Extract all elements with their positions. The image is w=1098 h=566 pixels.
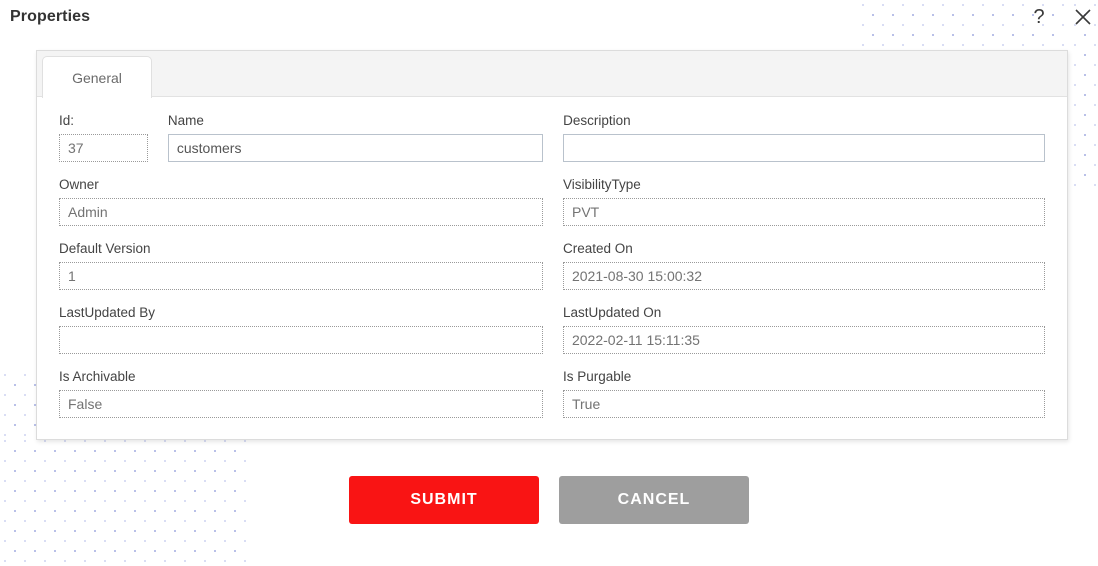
field-value-lastupdated-on[interactable]: 2022-02-11 15:11:35	[562, 326, 1045, 354]
field-label-description: Description	[563, 113, 631, 128]
field-label-id: Id:	[59, 113, 75, 128]
question-mark-icon: ?	[1033, 6, 1044, 28]
close-x-icon	[1075, 9, 1091, 25]
page-title: Properties	[10, 8, 91, 25]
field-group-default-version: Default Version 1	[49, 241, 553, 290]
field-group-is-archivable: Is Archivable False	[49, 369, 553, 418]
field-group-lastupdated-on: LastUpdated On 2022-02-11 15:11:35	[553, 305, 1055, 354]
dot-pattern-left	[0, 370, 40, 460]
help-icon[interactable]: ?	[1026, 4, 1052, 30]
field-label-created-on: Created On	[562, 241, 633, 256]
tab-general-label: General	[72, 69, 122, 86]
field-label-is-purgable: Is Purgable	[562, 369, 632, 384]
form-row: Id: 37 Name customers Description	[49, 113, 1055, 162]
form-row: Owner Admin VisibilityType PVT	[49, 177, 1055, 226]
tab-bar: General	[37, 51, 1067, 98]
form-row: Is Archivable False Is Purgable True	[49, 369, 1055, 418]
field-value-created-on[interactable]: 2021-08-30 15:00:32	[562, 262, 1045, 290]
field-label-lastupdated-on: LastUpdated On	[562, 305, 662, 320]
field-label-name: Name	[167, 113, 204, 128]
cancel-button[interactable]: CANCEL	[559, 476, 749, 524]
close-button[interactable]	[1070, 4, 1096, 30]
field-group-description: Description	[553, 113, 1055, 162]
field-group-lastupdated-by: LastUpdated By	[49, 305, 553, 354]
svg-text:?: ?	[1033, 6, 1044, 28]
field-group-created-on: Created On 2021-08-30 15:00:32	[553, 241, 1055, 290]
dialog-button-bar: SUBMIT CANCEL	[0, 476, 1098, 524]
properties-form: Id: 37 Name customers Description Owner …	[37, 97, 1067, 443]
field-label-is-archivable: Is Archivable	[59, 369, 136, 384]
tab-general[interactable]: General	[42, 56, 152, 98]
field-value-default-version[interactable]: 1	[59, 262, 543, 290]
field-group-owner: Owner Admin	[49, 177, 553, 226]
submit-button[interactable]: SUBMIT	[349, 476, 539, 524]
field-value-is-archivable[interactable]: False	[59, 390, 543, 418]
field-label-lastupdated-by: LastUpdated By	[59, 305, 156, 320]
field-value-visibilitytype[interactable]: PVT	[562, 198, 1045, 226]
form-row: Default Version 1 Created On 2021-08-30 …	[49, 241, 1055, 290]
field-value-owner[interactable]: Admin	[59, 198, 543, 226]
field-value-lastupdated-by[interactable]	[59, 326, 543, 354]
dot-pattern-top-right	[858, 0, 1098, 50]
form-row: LastUpdated By LastUpdated On 2022-02-11…	[49, 305, 1055, 354]
field-label-visibilitytype: VisibilityType	[562, 177, 641, 192]
field-label-default-version: Default Version	[59, 241, 151, 256]
field-value-id[interactable]: 37	[59, 134, 148, 162]
field-group-visibilitytype: VisibilityType PVT	[553, 177, 1055, 226]
field-group-is-purgable: Is Purgable True	[553, 369, 1055, 418]
field-group-name: Name customers	[158, 113, 553, 162]
field-input-name[interactable]: customers	[167, 134, 544, 162]
field-value-is-purgable[interactable]: True	[562, 390, 1045, 418]
field-group-id: Id: 37	[49, 113, 158, 162]
field-label-owner: Owner	[59, 177, 99, 192]
properties-panel: General Id: 37 Name customers Descriptio…	[36, 50, 1068, 440]
field-input-description[interactable]	[563, 134, 1045, 162]
